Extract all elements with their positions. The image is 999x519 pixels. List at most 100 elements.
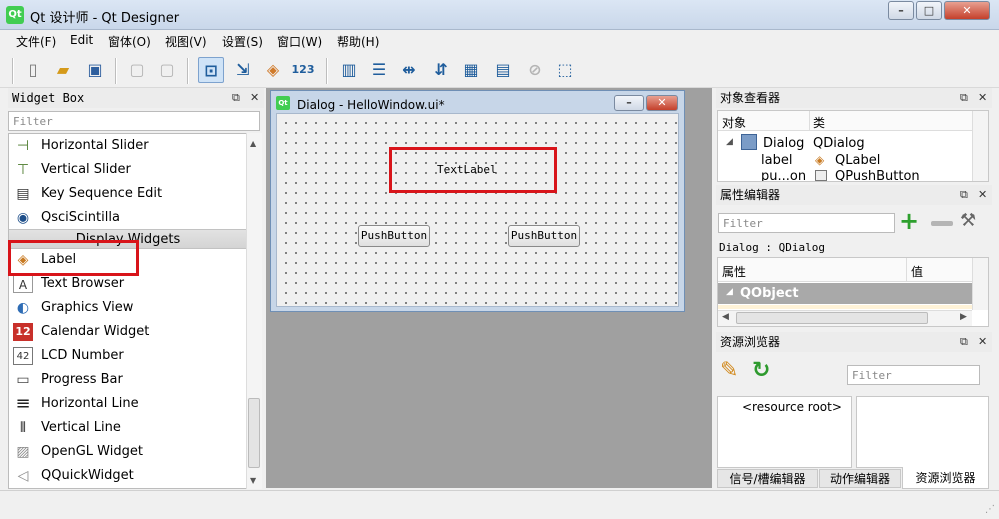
vertical-line-icon: ⦀ bbox=[19, 420, 27, 436]
progress-bar-icon: ▭ bbox=[16, 372, 30, 388]
remove-property-icon[interactable] bbox=[931, 221, 953, 226]
widget-box-filter-input[interactable]: Filter bbox=[8, 111, 260, 131]
add-property-icon[interactable]: + bbox=[899, 207, 919, 235]
close-button[interactable]: ✕ bbox=[944, 1, 990, 20]
object-tree-scrollbar[interactable] bbox=[972, 111, 988, 181]
dialog-close-button[interactable]: ✕ bbox=[646, 95, 678, 111]
tab-action-editor[interactable]: 动作编辑器 bbox=[819, 469, 901, 488]
hscroll-thumb[interactable] bbox=[736, 312, 928, 324]
layout-v-splitter-icon[interactable]: ⇵ bbox=[428, 57, 454, 83]
reload-icon[interactable]: ↻ bbox=[752, 358, 770, 383]
adjust-size-icon[interactable]: ⬚ bbox=[552, 57, 578, 83]
status-bar bbox=[0, 490, 999, 519]
object-inspector-title: 对象查看器 bbox=[716, 88, 992, 108]
minimize-button[interactable]: – bbox=[888, 1, 914, 20]
tree-row-object[interactable]: pu...on bbox=[761, 170, 811, 181]
label-icon: ◈ bbox=[815, 153, 825, 167]
close-icon[interactable]: ✕ bbox=[250, 88, 259, 108]
resource-filter-input[interactable]: Filter bbox=[847, 365, 980, 385]
expand-arrow-icon[interactable]: ◢ bbox=[726, 137, 733, 147]
scroll-up-icon[interactable]: ▲ bbox=[250, 139, 256, 148]
send-to-back-icon[interactable]: ▢ bbox=[124, 57, 150, 83]
list-item-qquickwidget[interactable]: ◁ QQuickWidget bbox=[9, 464, 247, 488]
list-item-calendar-widget[interactable]: 12 Calendar Widget bbox=[9, 320, 247, 344]
edit-resources-pencil-icon[interactable]: ✎ bbox=[720, 358, 738, 383]
dialog-minimize-button[interactable]: – bbox=[614, 95, 644, 111]
toolbar-grip bbox=[12, 58, 14, 84]
size-grip-icon[interactable]: ⋰ bbox=[985, 504, 995, 515]
new-file-icon[interactable]: ▯ bbox=[20, 57, 46, 83]
qt-dialog-icon: Qt bbox=[276, 96, 290, 110]
list-item-lcd-number[interactable]: 42 LCD Number bbox=[9, 344, 247, 368]
highlight-box-text-label bbox=[389, 147, 557, 193]
edit-signals-slots-icon[interactable]: ⇲ bbox=[230, 57, 256, 83]
list-item-graphics-view[interactable]: ◐ Graphics View bbox=[9, 296, 247, 320]
save-icon[interactable]: ▣ bbox=[82, 57, 108, 83]
list-item-horizontal-slider[interactable]: ⊣ Horizontal Slider bbox=[9, 134, 247, 158]
close-icon[interactable]: ✕ bbox=[978, 332, 987, 352]
menu-view[interactable]: 视图(V) bbox=[165, 33, 207, 50]
configure-wrench-icon[interactable]: ⚒ bbox=[960, 210, 976, 231]
layout-horizontal-icon[interactable]: ▥ bbox=[336, 57, 362, 83]
float-icon[interactable]: ⧉ bbox=[960, 185, 968, 205]
tree-row-object[interactable]: Dialog bbox=[763, 136, 804, 151]
edit-buddies-icon[interactable]: ◈ bbox=[260, 57, 286, 83]
float-icon[interactable]: ⧉ bbox=[960, 88, 968, 108]
maximize-button[interactable]: □ bbox=[916, 1, 942, 20]
list-item-key-sequence-edit[interactable]: ▤ Key Sequence Edit bbox=[9, 182, 247, 206]
close-icon[interactable]: ✕ bbox=[978, 88, 987, 108]
float-icon[interactable]: ⧉ bbox=[960, 332, 968, 352]
push-button-2[interactable]: PushButton bbox=[508, 225, 580, 247]
scroll-left-icon[interactable]: ◀ bbox=[722, 312, 729, 322]
widget-list: ⊣ Horizontal Slider ⊤ Vertical Slider ▤ … bbox=[8, 133, 262, 489]
close-icon[interactable]: ✕ bbox=[978, 185, 987, 205]
column-header-property[interactable]: 属性 bbox=[722, 263, 746, 280]
edit-widgets-icon[interactable]: ⊡ bbox=[198, 57, 224, 83]
list-item-label-text: Graphics View bbox=[41, 300, 134, 315]
list-item-vertical-slider[interactable]: ⊤ Vertical Slider bbox=[9, 158, 247, 182]
menu-settings[interactable]: 设置(S) bbox=[222, 33, 263, 50]
property-editor-title: 属性编辑器 bbox=[716, 185, 992, 205]
key-sequence-icon: ▤ bbox=[16, 186, 30, 202]
toolbar-separator bbox=[326, 58, 328, 84]
expand-arrow-icon[interactable]: ◢ bbox=[726, 287, 733, 297]
layout-h-splitter-icon[interactable]: ⇹ bbox=[396, 57, 422, 83]
float-icon[interactable]: ⧉ bbox=[232, 88, 240, 108]
property-vscrollbar[interactable] bbox=[972, 258, 988, 310]
menu-window[interactable]: 窗口(W) bbox=[277, 33, 322, 50]
graphics-view-icon: ◐ bbox=[16, 300, 30, 316]
list-item-progress-bar[interactable]: ▭ Progress Bar bbox=[9, 368, 247, 392]
tree-row-object[interactable]: label bbox=[761, 153, 792, 168]
column-header-value[interactable]: 值 bbox=[911, 263, 923, 280]
menu-help[interactable]: 帮助(H) bbox=[337, 33, 379, 50]
open-folder-icon[interactable]: ▰ bbox=[50, 57, 76, 83]
layout-vertical-icon[interactable]: ☰ bbox=[366, 57, 392, 83]
menu-edit[interactable]: Edit bbox=[70, 33, 93, 47]
column-header-class[interactable]: 类 bbox=[813, 114, 825, 131]
resource-root-item[interactable]: <resource root> bbox=[742, 400, 842, 414]
list-item-label-text: Text Browser bbox=[41, 276, 125, 291]
edit-tab-order-icon[interactable]: 123 bbox=[290, 57, 316, 83]
property-filter-input[interactable]: Filter bbox=[718, 213, 895, 233]
list-item-vertical-line[interactable]: ⦀ Vertical Line bbox=[9, 416, 247, 440]
tab-signal-slot-editor[interactable]: 信号/槽编辑器 bbox=[717, 469, 818, 488]
bring-to-front-icon[interactable]: ▢ bbox=[154, 57, 180, 83]
list-item-horizontal-line[interactable]: ≡ Horizontal Line bbox=[9, 392, 247, 416]
scrollbar-thumb[interactable] bbox=[248, 398, 260, 468]
tab-resource-browser[interactable]: 资源浏览器 bbox=[902, 467, 989, 489]
column-header-object[interactable]: 对象 bbox=[722, 114, 746, 131]
tree-row-class: QLabel bbox=[835, 153, 881, 168]
layout-grid-icon[interactable]: ▦ bbox=[458, 57, 484, 83]
push-button-1[interactable]: PushButton bbox=[358, 225, 430, 247]
scroll-right-icon[interactable]: ▶ bbox=[960, 312, 967, 322]
layout-form-icon[interactable]: ▤ bbox=[490, 57, 516, 83]
menu-file[interactable]: 文件(F) bbox=[16, 33, 56, 50]
dialog-canvas[interactable] bbox=[276, 113, 679, 307]
break-layout-icon[interactable]: ⊘ bbox=[522, 57, 548, 83]
resource-file-list[interactable] bbox=[856, 396, 989, 468]
menu-form[interactable]: 窗体(O) bbox=[108, 33, 151, 50]
scroll-down-icon[interactable]: ▼ bbox=[250, 476, 256, 485]
property-table-header bbox=[718, 258, 972, 282]
list-item-opengl-widget[interactable]: ▨ OpenGL Widget bbox=[9, 440, 247, 464]
list-item-qsciscintilla[interactable]: ◉ QsciScintilla bbox=[9, 206, 247, 230]
